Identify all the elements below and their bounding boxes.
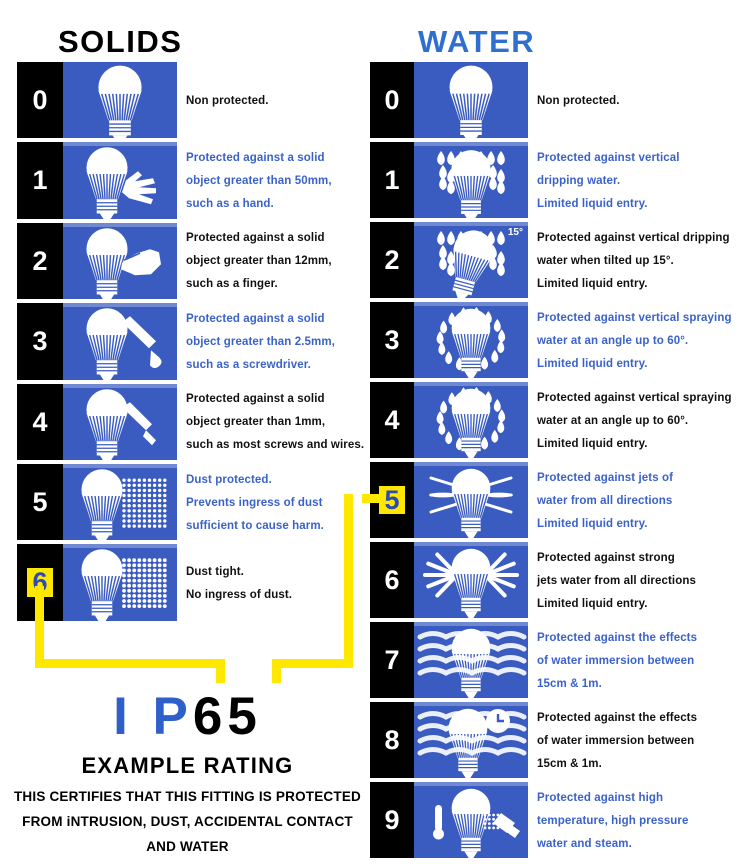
water-description-9: Protected against high temperature, high…: [537, 791, 689, 850]
connector-water-drop: [272, 659, 281, 683]
water-description-8: Protected against the effects of water i…: [537, 711, 698, 770]
water-number-7[interactable]: 7: [370, 622, 414, 698]
icon-cell-separator: [414, 462, 528, 466]
water-icon-cell-7: [414, 622, 528, 698]
certification-text: THIS CERTIFIES THAT THIS FITTING IS PROT…: [13, 789, 361, 854]
water-badge-2: 15°: [507, 227, 523, 238]
water-icon-cell-5: [414, 462, 528, 538]
connector-solids-drop: [216, 659, 225, 683]
water-number-2[interactable]: 2: [370, 222, 414, 298]
water-number-label-7: 7: [384, 644, 400, 675]
water-row-6: 6 Protected against strong jets water fro…: [0, 542, 750, 618]
connector-water-vertical: [344, 494, 353, 668]
water-icon-cell-3: [414, 302, 528, 378]
water-description-2: Protected against vertical dripping wate…: [537, 231, 730, 290]
bulb-strong-jets-icon: [414, 542, 528, 618]
ip-digit-water: 5: [227, 687, 262, 746]
water-number-3[interactable]: 3: [370, 302, 414, 378]
water-icon-cell-0: [414, 62, 528, 138]
connector-solids-vertical: [35, 586, 44, 668]
icon-cell-separator: [414, 302, 528, 306]
bulb-steam-jet-icon: [414, 782, 528, 858]
water-description-1: Protected against vertical dripping wate…: [537, 151, 680, 210]
icon-cell-separator: [414, 382, 528, 386]
water-row-3: 3 Protected against vertical spraying wat…: [0, 302, 750, 378]
water-icon-cell-2: 15°: [414, 222, 528, 298]
water-row-0: 0 Non protected.: [0, 62, 750, 138]
water-row-1: 1 Protected against vertical dripping wat…: [0, 142, 750, 218]
icon-cell-separator: [414, 782, 528, 786]
water-description-4: Protected against vertical spraying wate…: [537, 391, 732, 450]
water-number-label-1: 1: [384, 164, 400, 195]
water-icon-cell-6: [414, 542, 528, 618]
water-description-0: Non protected.: [537, 94, 620, 107]
water-number-label-6: 6: [384, 564, 400, 595]
water-number-1[interactable]: 1: [370, 142, 414, 218]
water-number-label-4: 4: [384, 404, 400, 435]
water-column-title: WATER: [418, 24, 536, 59]
water-icon-cell-9: [414, 782, 528, 858]
example-rating-code: I P65: [0, 690, 375, 743]
water-number-label-3: 3: [384, 324, 400, 355]
bulb-immersion-icon: [414, 622, 528, 698]
water-icon-cell-8: [414, 702, 528, 778]
bulb-spray-icon: [414, 302, 528, 378]
bulb-drip-icon: [414, 142, 528, 218]
water-number-label-8: 8: [384, 724, 400, 755]
water-number-label-2: 2: [384, 244, 400, 275]
water-description-6: Protected against strong jets water from…: [537, 551, 696, 610]
water-description-7: Protected against the effects of water i…: [537, 631, 698, 690]
ip-prefix: I P: [113, 687, 193, 746]
water-number-label-0: 0: [384, 84, 400, 115]
water-description-3: Protected against vertical spraying wate…: [537, 311, 732, 370]
water-row-4: 4 Protected against vertical spraying wat…: [0, 382, 750, 458]
solids-column-title: SOLIDS: [58, 24, 183, 59]
icon-cell-separator: [414, 702, 528, 706]
water-row-2: 2 15° Protected against vertical dripping …: [0, 222, 750, 298]
icon-cell-separator: [414, 142, 528, 146]
connector-solids-horizontal: [35, 659, 225, 668]
connector-water-horizontal: [272, 659, 353, 668]
water-number-label-5: 5: [379, 485, 405, 514]
ip-rating-chart: SOLIDS WATER 0 Non protected. 1 Protected a…: [0, 0, 750, 864]
ip-digit-solids: 6: [192, 687, 228, 746]
icon-cell-separator: [414, 622, 528, 626]
water-number-6[interactable]: 6: [370, 542, 414, 618]
example-rating-subtitle: EXAMPLE RATING: [81, 753, 294, 778]
icon-cell-separator: [414, 222, 528, 226]
water-number-8[interactable]: 8: [370, 702, 414, 778]
bulb-spray-icon: [414, 382, 528, 458]
connector-water-stub: [362, 494, 380, 503]
bulb-plain-icon: [414, 62, 528, 138]
water-number-label-9: 9: [384, 804, 400, 835]
bulb-immersion-clock-icon: [414, 702, 528, 778]
icon-cell-separator: [414, 542, 528, 546]
water-number-9[interactable]: 9: [370, 782, 414, 858]
water-icon-cell-1: [414, 142, 528, 218]
water-number-4[interactable]: 4: [370, 382, 414, 458]
bulb-jets-icon: [414, 462, 528, 538]
water-description-5: Protected against jets of water from all…: [537, 471, 674, 530]
water-number-0[interactable]: 0: [370, 62, 414, 138]
water-icon-cell-4: [414, 382, 528, 458]
